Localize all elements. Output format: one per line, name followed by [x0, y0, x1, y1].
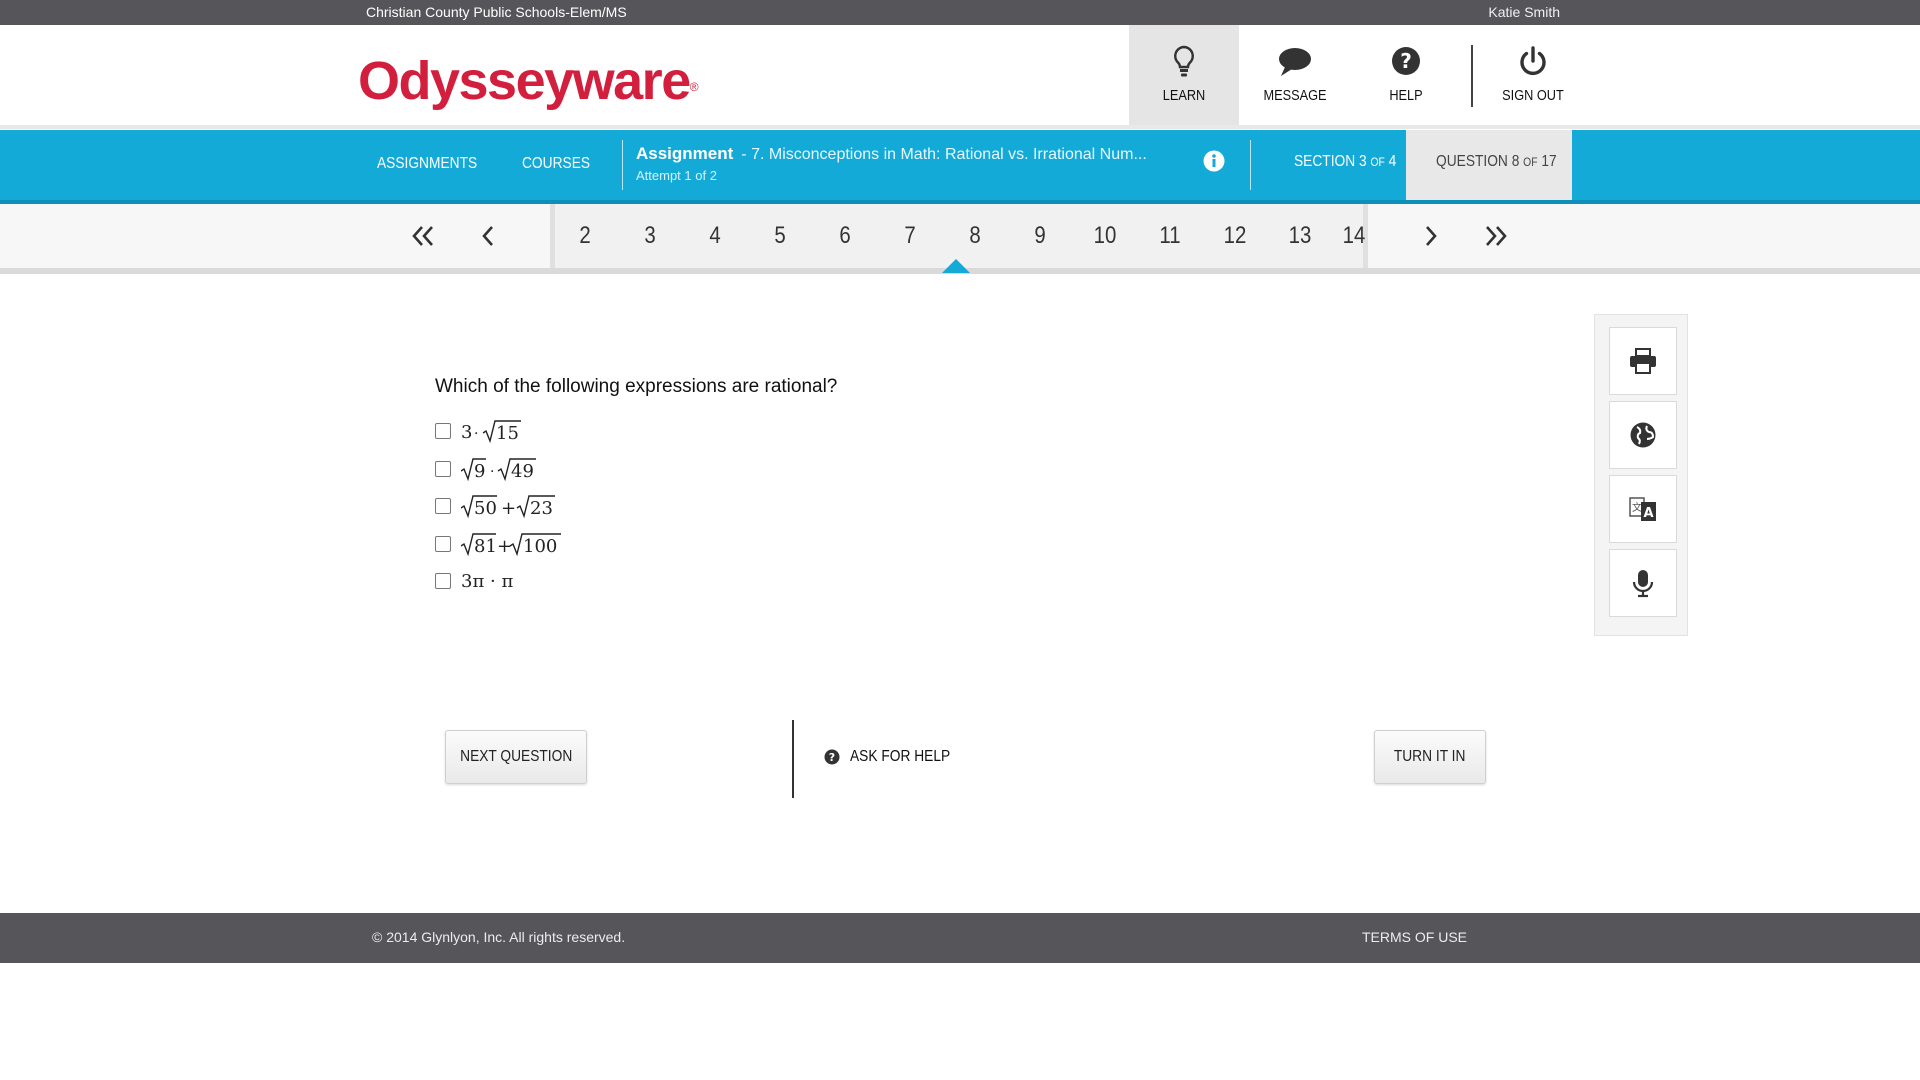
- answer-option: 3π · π: [435, 568, 513, 594]
- section-indicator: SECTION 3 OF 4: [1294, 153, 1397, 170]
- nav-divider: [1471, 45, 1473, 107]
- math-radicand: 15: [496, 423, 519, 444]
- nav-sign-out-label: SIGN OUT: [1502, 87, 1564, 104]
- math-radicand: 81: [474, 536, 497, 557]
- nav-message[interactable]: MESSAGE: [1240, 25, 1350, 125]
- question-circle-icon: ?: [824, 749, 840, 765]
- nav-learn-label: LEARN: [1162, 87, 1206, 104]
- globe-icon: [1630, 422, 1656, 448]
- math-radicand: 9: [474, 461, 485, 482]
- answer-checkbox[interactable]: [435, 423, 451, 439]
- answer-checkbox[interactable]: [435, 536, 451, 552]
- math-term: 3: [461, 422, 472, 443]
- nav-help[interactable]: ? HELP: [1351, 25, 1461, 125]
- math-expression: 3π · π: [461, 570, 514, 592]
- math-expression: 3 · 15: [461, 420, 521, 444]
- assignment-bar: ASSIGNMENTS COURSES Assignment - 7. Misco…: [0, 130, 1920, 204]
- printer-icon: [1630, 348, 1656, 374]
- page-number[interactable]: 9: [1023, 222, 1057, 250]
- math-radicand: 100: [523, 536, 557, 557]
- answer-option: 81 + 100: [435, 531, 571, 557]
- page-number[interactable]: 2: [568, 222, 602, 250]
- answer-checkbox[interactable]: [435, 461, 451, 477]
- page-number[interactable]: 10: [1088, 222, 1122, 250]
- bar-divider: [1250, 140, 1251, 190]
- svg-text:文: 文: [1632, 501, 1642, 514]
- assignment-title: Assignment - 7. Misconceptions in Math: R…: [636, 144, 1147, 163]
- page-number[interactable]: 12: [1218, 222, 1252, 250]
- microphone-icon: [1632, 570, 1654, 598]
- turn-it-in-button[interactable]: TURN IT IN: [1374, 730, 1486, 784]
- footer: © 2014 Glynlyon, Inc. All rights reserve…: [0, 913, 1920, 963]
- translate-icon: 文A: [1629, 497, 1656, 521]
- next-page-icon[interactable]: [1413, 218, 1449, 254]
- translate-button[interactable]: 文A: [1609, 475, 1677, 543]
- question-prompt: Which of the following expressions are r…: [435, 376, 838, 397]
- nav-message-label: MESSAGE: [1263, 87, 1327, 104]
- math-radicand: 23: [530, 498, 553, 519]
- math-expression: 81 + 100: [461, 533, 561, 557]
- copyright: © 2014 Glynlyon, Inc. All rights reserve…: [372, 929, 626, 945]
- bar-divider: [622, 140, 623, 190]
- assignments-link[interactable]: ASSIGNMENTS: [377, 155, 477, 173]
- globe-button[interactable]: [1609, 401, 1677, 469]
- nav-help-label: HELP: [1389, 87, 1423, 104]
- answer-option: 50 + 23: [435, 493, 561, 519]
- page-number[interactable]: 13: [1283, 222, 1317, 250]
- nav-sign-out[interactable]: SIGN OUT: [1478, 25, 1588, 125]
- header: Odysseyware® LEARN MESSAGE ? HELP SIGN O…: [0, 25, 1920, 129]
- math-radicand: 50: [474, 498, 497, 519]
- action-divider: [792, 720, 794, 798]
- user-name: Katie Smith: [1488, 4, 1560, 20]
- lightbulb-icon: [1129, 45, 1239, 79]
- svg-text:?: ?: [829, 751, 835, 764]
- math-operator: +: [497, 536, 512, 557]
- ask-for-help-label: ASK FOR HELP: [850, 748, 951, 765]
- power-icon: [1478, 45, 1588, 79]
- answer-checkbox[interactable]: [435, 573, 451, 589]
- page-number[interactable]: 5: [763, 222, 797, 250]
- math-operator: ·: [490, 464, 494, 480]
- school-name: Christian County Public Schools-Elem/MS: [366, 4, 627, 20]
- answer-option: 3 · 15: [435, 418, 541, 444]
- last-page-icon[interactable]: [1478, 218, 1514, 254]
- svg-text:?: ?: [1400, 49, 1412, 73]
- prev-page-icon[interactable]: [470, 218, 506, 254]
- nav-learn[interactable]: LEARN: [1129, 25, 1239, 125]
- math-operator: +: [501, 498, 516, 519]
- first-page-icon[interactable]: [405, 218, 441, 254]
- page-number[interactable]: 11: [1153, 222, 1187, 250]
- question-indicator-box: QUESTION 8 OF 17: [1406, 130, 1572, 200]
- microphone-button[interactable]: [1609, 549, 1677, 617]
- question-indicator: QUESTION 8 OF 17: [1436, 153, 1557, 170]
- chat-bubble-icon: [1240, 45, 1350, 79]
- ask-for-help-button[interactable]: ? ASK FOR HELP: [824, 748, 966, 766]
- math-expression: 9 · 49: [461, 458, 536, 482]
- math-radicand: 49: [511, 461, 534, 482]
- math-operator: ·: [474, 426, 478, 442]
- tools-panel: 文A: [1594, 314, 1688, 636]
- page-number[interactable]: 6: [828, 222, 862, 250]
- current-page-marker: [942, 259, 970, 273]
- odysseyware-logo[interactable]: Odysseyware®: [358, 51, 699, 111]
- math-expression: 50 + 23: [461, 495, 555, 519]
- info-icon[interactable]: [1203, 150, 1225, 172]
- courses-link[interactable]: COURSES: [522, 155, 590, 173]
- answer-checkbox[interactable]: [435, 498, 451, 514]
- attempt-count: Attempt 1 of 2: [636, 168, 717, 183]
- top-strip: Christian County Public Schools-Elem/MS …: [0, 0, 1920, 25]
- terms-of-use-link[interactable]: TERMS OF USE: [1362, 929, 1467, 945]
- answer-option: 9 · 49: [435, 456, 561, 482]
- page-number[interactable]: 7: [893, 222, 927, 250]
- svg-text:A: A: [1643, 506, 1653, 521]
- question-circle-icon: ?: [1351, 45, 1461, 79]
- print-button[interactable]: [1609, 327, 1677, 395]
- page-number[interactable]: 14: [1337, 222, 1371, 250]
- page-number-current[interactable]: 8: [958, 222, 992, 250]
- page-number[interactable]: 3: [633, 222, 667, 250]
- next-question-button[interactable]: NEXT QUESTION: [445, 730, 587, 784]
- page-number[interactable]: 4: [698, 222, 732, 250]
